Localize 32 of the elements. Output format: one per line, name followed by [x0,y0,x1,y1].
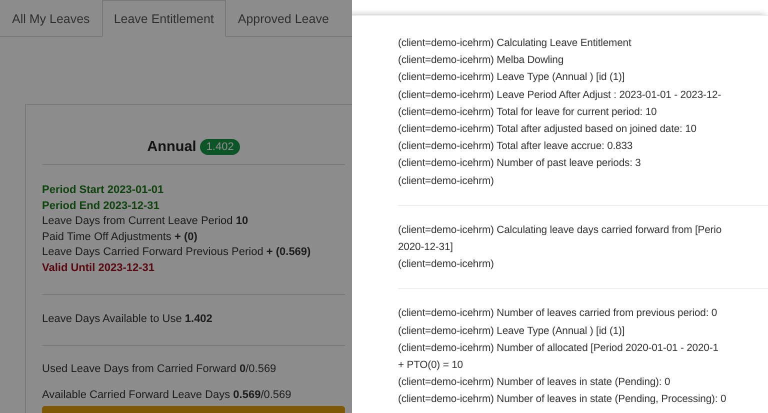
log-line: (client=demo-icehrm) Calculating Leave Entitlement [398,37,632,51]
tab[interactable]: Approved Leave [226,0,341,36]
log-line: (client=demo-icehrm) Number of leaves in state (Pending): 0 [398,376,672,390]
log-line: (client=demo-icehrm) Leave Type (Annual ) [id (1)] [398,71,626,86]
entitlement-line: Paid Time Off Adjustments + (0) [42,230,198,244]
used-carried-forward: Used Leave Days from Carried Forward 0/0.569 [42,362,278,376]
log-line: 2020-12-31] [398,241,454,256]
log-line: (client=demo-icehrm) Total for leave for current period: 10 [398,106,658,120]
available-days: Leave Days Available to Use 1.402 [42,312,345,328]
available-carried-forward: Available Carried Forward Leave Days 0.569/0.569 [42,388,292,403]
log-line: (client=demo-icehrm) Leave Period After Adjust : 2023-01-01 - 2023-12- [398,88,722,103]
log-line: (client=demo-icehrm) Number of allocated [Period 2020-01-01 - 2020-1 [398,342,720,356]
log-line: (client=demo-icehrm) Number of leaves carried from previous period: 0 [398,307,718,322]
entitlement-line: Leave Days from Current Leave Period 10 [42,214,250,229]
log-line: (client=demo-icehrm) Number of leaves in state (Pending, Processing): 0 [398,393,728,408]
tab[interactable]: All My Leaves [0,0,102,36]
log-line: (client=demo-icehrm) Total after adjusted based on joined date: 10 [398,123,698,138]
entitlement-line: Leave Days Carried Forward Previous Period + (0.569) [42,245,312,260]
entitlement-line: Period Start 2023-01-01 [42,183,165,198]
log-line: (client=demo-icehrm) Melba Dowling [398,54,565,68]
entitlement-line: Valid Until 2023-12-31 [42,260,156,276]
log-line: (client=demo-icehrm) Number of past leave periods: 3 [398,157,642,172]
card-title: Annual [147,139,196,155]
log-line: (client=demo-icehrm) Leave Type (Annual ) [id (1)] [398,324,626,339]
balance-badge: 1.402 [200,139,240,155]
log-line: (client=demo-icehrm) Calculating leave days carried forward from [Perio [398,224,723,238]
entitlement-line: Period End 2023-12-31 [42,198,160,214]
log-line: (client=demo-icehrm) [398,174,495,189]
log-line: (client=demo-icehrm) [398,258,495,272]
log-line: + PTO(0) = 10 [398,359,464,374]
tab[interactable]: Leave Entitlement [102,0,226,37]
log-line: (client=demo-icehrm) Total after leave accrue: 0.833 [398,140,634,154]
